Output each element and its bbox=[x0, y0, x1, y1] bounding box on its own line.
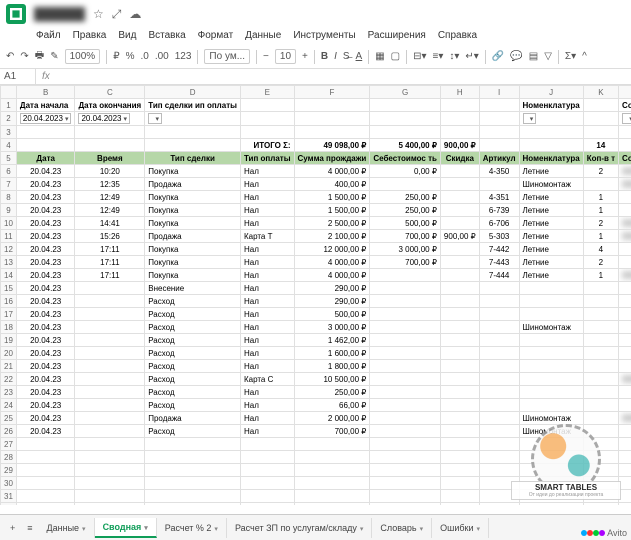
formula-bar: A1 fx bbox=[0, 69, 631, 85]
link-icon[interactable]: 🔗 bbox=[492, 51, 504, 62]
more-icon[interactable]: ^ bbox=[582, 51, 587, 62]
filter-icon[interactable]: ▽ bbox=[544, 51, 552, 62]
star-icon[interactable]: ☆ bbox=[93, 7, 104, 22]
font-select[interactable]: По ум... bbox=[204, 49, 250, 64]
menu-view[interactable]: Вид bbox=[118, 30, 136, 41]
valign-icon[interactable]: ↕▾ bbox=[449, 51, 459, 62]
nomen-dropdown[interactable] bbox=[523, 113, 537, 124]
fx-icon: fx bbox=[36, 69, 56, 84]
functions-icon[interactable]: Σ▾ bbox=[565, 51, 576, 62]
column-headers[interactable]: BCDEFGHIJKLMN bbox=[1, 86, 631, 99]
font-inc-icon[interactable]: + bbox=[302, 51, 308, 62]
title-actions: ☆ ⤢ ☁ bbox=[93, 7, 141, 22]
seller-dropdown[interactable] bbox=[622, 113, 631, 124]
menu-file[interactable]: Файл bbox=[36, 30, 61, 41]
watermark-sub: От идеи до реализации проекта bbox=[514, 492, 618, 498]
menu-insert[interactable]: Вставка bbox=[148, 30, 185, 41]
add-sheet-icon[interactable]: + bbox=[4, 519, 21, 537]
sheet-tab[interactable]: Сводная bbox=[95, 518, 157, 538]
table-row[interactable]: 1420.04.2317:11ПокупкаНал4 000,00 ₽7-444… bbox=[1, 269, 631, 282]
doc-title[interactable]: ██████ bbox=[34, 7, 85, 21]
move-icon[interactable]: ⤢ bbox=[112, 7, 122, 22]
table-row[interactable]: 620.04.2310:20ПокупкаНал4 000,00 ₽0,00 ₽… bbox=[1, 165, 631, 178]
table-row[interactable]: 2020.04.23РасходНал1 600,00 ₽Зарплата bbox=[1, 347, 631, 360]
menu-help[interactable]: Справка bbox=[438, 30, 477, 41]
strike-icon[interactable]: S̶ bbox=[343, 51, 350, 62]
wrap-icon[interactable]: ↵▾ bbox=[465, 51, 478, 62]
table-row[interactable]: 1920.04.23РасходНал1 462,00 ₽Зарплата bbox=[1, 334, 631, 347]
dec-dec-icon[interactable]: .0 bbox=[140, 51, 148, 62]
table-row[interactable]: 1820.04.23РасходНал3 000,00 ₽ШиномонтажЗ… bbox=[1, 321, 631, 334]
table-row[interactable]: 1020.04.2314:41ПокупкаНал2 500,00 ₽500,0… bbox=[1, 217, 631, 230]
title-bar: ██████ ☆ ⤢ ☁ bbox=[0, 0, 631, 28]
redo-icon[interactable]: ↷ bbox=[20, 51, 28, 62]
sheet-tab[interactable]: Данные bbox=[39, 518, 95, 538]
dec-inc-icon[interactable]: .00 bbox=[155, 51, 169, 62]
sheets-menu-icon[interactable]: ≡ bbox=[21, 519, 38, 537]
watermark-title: SMART TABLES bbox=[514, 483, 618, 492]
menu-bar: Файл Правка Вид Вставка Формат Данные Ин… bbox=[0, 28, 631, 45]
date-end-dropdown[interactable]: 20.04.2023 bbox=[78, 113, 130, 124]
sheet-tab[interactable]: Словарь bbox=[372, 518, 432, 538]
font-dec-icon[interactable]: − bbox=[263, 51, 269, 62]
undo-icon[interactable]: ↶ bbox=[6, 51, 14, 62]
sheet-tab[interactable]: Ошибки bbox=[432, 518, 489, 538]
table-row[interactable]: 5ДатаВремяТип сделкиТип оплатыСумма прож… bbox=[1, 152, 631, 165]
paint-icon[interactable]: ✎ bbox=[50, 51, 58, 62]
table-row[interactable]: 2220.04.23РасходКарта С10 500,00 ₽xЗарпл… bbox=[1, 373, 631, 386]
menu-edit[interactable]: Правка bbox=[73, 30, 107, 41]
watermark-logo: SMART TABLES От идеи до реализации проек… bbox=[511, 424, 621, 504]
font-size[interactable]: 10 bbox=[275, 49, 296, 64]
table-row[interactable]: 1620.04.23РасходНал290,00 ₽ bbox=[1, 295, 631, 308]
table-row[interactable]: 1120.04.2315:26ПродажаКарта Т2 100,00 ₽7… bbox=[1, 230, 631, 243]
sheet-tabs: + ≡ ДанныеСводнаяРасчет % 2Расчет ЗП по … bbox=[0, 514, 631, 540]
bold-icon[interactable]: B bbox=[321, 51, 328, 62]
table-row[interactable]: 220.04.202320.04.2023 bbox=[1, 112, 631, 126]
sheets-logo-icon bbox=[6, 4, 26, 24]
table-row[interactable]: 4ИТОГО Σ:49 098,00 ₽5 400,00 ₽900,00 ₽14 bbox=[1, 139, 631, 152]
table-row[interactable]: 920.04.2312:49ПокупкаНал1 500,00 ₽250,00… bbox=[1, 204, 631, 217]
menu-tools[interactable]: Инструменты bbox=[293, 30, 355, 41]
menu-format[interactable]: Формат bbox=[198, 30, 234, 41]
table-row[interactable]: 720.04.2312:35ПродажаНал400,00 ₽Шиномонт… bbox=[1, 178, 631, 191]
table-row[interactable]: 820.04.2312:49ПокупкаНал1 500,00 ₽250,00… bbox=[1, 191, 631, 204]
align-icon[interactable]: ≡▾ bbox=[433, 51, 444, 62]
italic-icon[interactable]: I bbox=[334, 51, 337, 62]
borders-icon[interactable]: ▢ bbox=[391, 51, 400, 62]
menu-data[interactable]: Данные bbox=[245, 30, 281, 41]
fill-color-icon[interactable]: ▦ bbox=[375, 51, 384, 62]
merge-icon[interactable]: ⊟▾ bbox=[413, 51, 426, 62]
zoom-select[interactable]: 100% bbox=[65, 49, 101, 64]
percent-icon[interactable]: % bbox=[126, 51, 135, 62]
name-box[interactable]: A1 bbox=[0, 69, 36, 84]
table-row[interactable]: 1320.04.2317:11ПокупкаНал4 000,00 ₽700,0… bbox=[1, 256, 631, 269]
table-row[interactable]: 2520.04.23ПродажаНал2 000,00 ₽Шиномонтаж… bbox=[1, 412, 631, 425]
chart-icon[interactable]: ▤ bbox=[529, 51, 538, 62]
text-color-icon[interactable]: A bbox=[356, 51, 363, 62]
avito-badge: Avito bbox=[581, 528, 627, 538]
sheet-tab[interactable]: Расчет ЗП по услугам/складу bbox=[227, 518, 372, 538]
table-row[interactable]: 1720.04.23РасходНал500,00 ₽Зарплата bbox=[1, 308, 631, 321]
menu-extensions[interactable]: Расширения bbox=[368, 30, 426, 41]
print-icon[interactable]: 🖶 bbox=[35, 48, 44, 65]
table-row[interactable]: 1220.04.2317:11ПокупкаНал12 000,00 ₽3 00… bbox=[1, 243, 631, 256]
table-row[interactable]: 1520.04.23ВнесениеНал290,00 ₽Фонд bbox=[1, 282, 631, 295]
table-row[interactable]: 2420.04.23РасходНал66,00 ₽ bbox=[1, 399, 631, 412]
more-formats-icon[interactable]: 123 bbox=[175, 51, 192, 62]
date-start-dropdown[interactable]: 20.04.2023 bbox=[20, 113, 72, 124]
table-row[interactable]: 1Дата началаДата окончанияТип сделки ип … bbox=[1, 99, 631, 112]
cloud-icon[interactable]: ☁ bbox=[129, 7, 141, 22]
toolbar: ↶ ↷ 🖶 ✎ 100% ₽ % .0 .00 123 По ум... − 1… bbox=[0, 45, 631, 69]
table-row[interactable]: 2320.04.23РасходНал250,00 ₽ bbox=[1, 386, 631, 399]
sheet-tab[interactable]: Расчет % 2 bbox=[157, 518, 227, 538]
deal-type-dropdown[interactable] bbox=[148, 113, 162, 124]
table-row[interactable]: 2120.04.23РасходНал1 800,00 ₽ТК bbox=[1, 360, 631, 373]
table-row[interactable]: 3 bbox=[1, 126, 631, 139]
currency-icon[interactable]: ₽ bbox=[113, 51, 119, 62]
comment-icon[interactable]: 💬 bbox=[510, 51, 522, 62]
